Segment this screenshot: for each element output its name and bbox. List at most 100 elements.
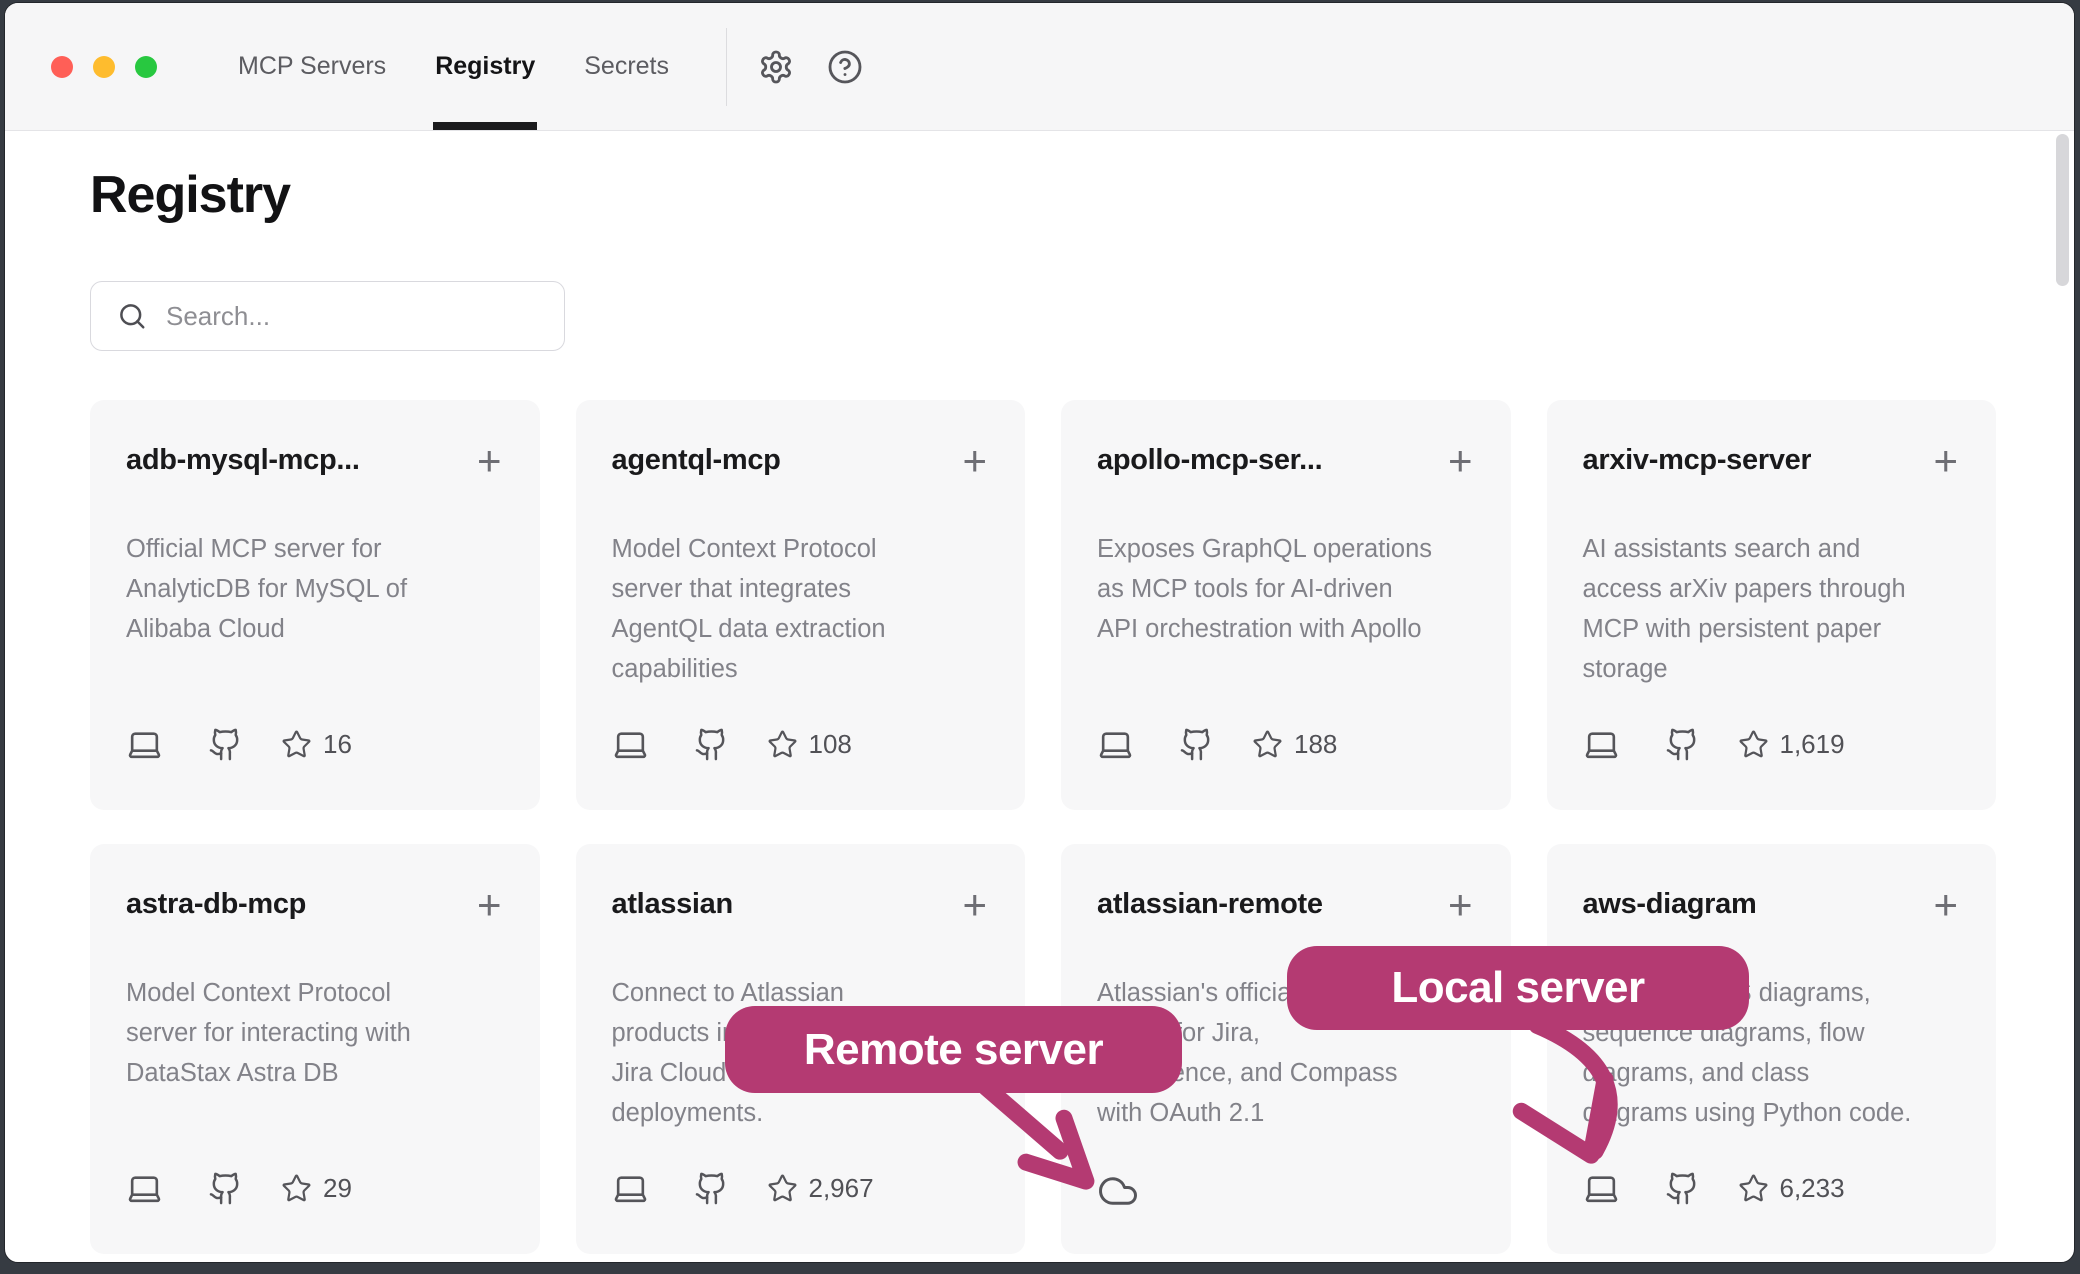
settings-button[interactable] bbox=[757, 48, 795, 86]
github-icon bbox=[694, 727, 729, 762]
card-description: AI assistants search andaccess arXiv pap… bbox=[1583, 529, 1961, 689]
add-server-button[interactable]: + bbox=[1931, 446, 1960, 476]
desc-line: AI assistants search and bbox=[1583, 529, 1961, 569]
server-card[interactable]: arxiv-mcp-server + AI assistants search … bbox=[1547, 400, 1997, 810]
card-header: astra-db-mcp + bbox=[126, 888, 504, 921]
search-icon bbox=[117, 301, 147, 331]
card-title: apollo-mcp-ser... bbox=[1097, 444, 1322, 477]
desc-line: diagrams, and class bbox=[1583, 1053, 1961, 1093]
star-count: 188 bbox=[1294, 729, 1337, 760]
star-count: 16 bbox=[323, 729, 352, 760]
add-server-button[interactable]: + bbox=[1446, 446, 1475, 476]
desc-line: Model Context Protocol bbox=[126, 973, 504, 1013]
toolbar-divider bbox=[726, 28, 727, 106]
card-header: apollo-mcp-ser... + bbox=[1097, 444, 1475, 477]
local-server-callout: Local server bbox=[1287, 946, 1749, 1030]
star-icon bbox=[1738, 729, 1769, 760]
desc-line: as MCP tools for AI-driven bbox=[1097, 569, 1475, 609]
laptop-icon bbox=[126, 726, 163, 763]
traffic-lights bbox=[51, 56, 157, 78]
laptop-icon bbox=[612, 726, 649, 763]
add-server-button[interactable]: + bbox=[475, 446, 504, 476]
star-count: 108 bbox=[809, 729, 852, 760]
zoom-window-button[interactable] bbox=[135, 56, 157, 78]
star-icon bbox=[767, 1173, 798, 1204]
main-tabs: MCP Servers Registry Secrets bbox=[238, 3, 669, 130]
card-footer-local: 1,619 bbox=[1583, 726, 1961, 763]
desc-line: with OAuth 2.1 bbox=[1097, 1093, 1475, 1133]
desc-line: DataStax Astra DB bbox=[126, 1053, 504, 1093]
laptop-icon bbox=[612, 1170, 649, 1207]
add-server-button[interactable]: + bbox=[960, 446, 989, 476]
help-button[interactable] bbox=[826, 48, 864, 86]
card-header: arxiv-mcp-server + bbox=[1583, 444, 1961, 477]
desc-line: deployments. bbox=[612, 1093, 990, 1133]
desc-line: MCP with persistent paper bbox=[1583, 609, 1961, 649]
gear-icon bbox=[758, 49, 794, 85]
title-bar: MCP Servers Registry Secrets bbox=[5, 3, 2074, 131]
desc-line: access arXiv papers through bbox=[1583, 569, 1961, 609]
laptop-icon bbox=[1583, 1170, 1620, 1207]
add-server-button[interactable]: + bbox=[1446, 890, 1475, 920]
star-count: 1,619 bbox=[1780, 729, 1845, 760]
github-icon bbox=[694, 1171, 729, 1206]
server-card[interactable]: aws-diagram + Generate AWS diagrams,sequ… bbox=[1547, 844, 1997, 1254]
card-header: agentql-mcp + bbox=[612, 444, 990, 477]
tab-label: Secrets bbox=[584, 52, 669, 81]
add-server-button[interactable]: + bbox=[475, 890, 504, 920]
card-title: adb-mysql-mcp... bbox=[126, 444, 360, 477]
desc-line: Exposes GraphQL operations bbox=[1097, 529, 1475, 569]
remote-server-callout: Remote server bbox=[725, 1006, 1182, 1093]
card-title: atlassian-remote bbox=[1097, 888, 1323, 921]
search-input[interactable] bbox=[164, 300, 564, 333]
search-box bbox=[90, 281, 565, 351]
card-footer-local: 16 bbox=[126, 726, 504, 763]
desc-line: API orchestration with Apollo bbox=[1097, 609, 1475, 649]
page-title: Registry bbox=[90, 167, 1996, 224]
card-title: aws-diagram bbox=[1583, 888, 1757, 921]
cloud-icon bbox=[1097, 1170, 1139, 1212]
card-footer-local: 6,233 bbox=[1583, 1170, 1961, 1207]
desc-line: AgentQL data extraction bbox=[612, 609, 990, 649]
card-description: Model Context Protocolserver that integr… bbox=[612, 529, 990, 689]
github-icon bbox=[208, 1171, 243, 1206]
github-icon bbox=[1665, 1171, 1700, 1206]
star-icon bbox=[767, 729, 798, 760]
github-icon bbox=[208, 727, 243, 762]
tab-secrets[interactable]: Secrets bbox=[584, 3, 669, 130]
tab-label: Registry bbox=[435, 52, 535, 81]
card-title: atlassian bbox=[612, 888, 733, 921]
star-count: 2,967 bbox=[809, 1173, 874, 1204]
card-title: agentql-mcp bbox=[612, 444, 781, 477]
tab-mcp-servers[interactable]: MCP Servers bbox=[238, 3, 386, 130]
star-count: 6,233 bbox=[1780, 1173, 1845, 1204]
star-icon bbox=[1252, 729, 1283, 760]
add-server-button[interactable]: + bbox=[1931, 890, 1960, 920]
minimize-window-button[interactable] bbox=[93, 56, 115, 78]
server-card[interactable]: agentql-mcp + Model Context Protocolserv… bbox=[576, 400, 1026, 810]
card-footer-local: 2,967 bbox=[612, 1170, 990, 1207]
server-card[interactable]: apollo-mcp-ser... + Exposes GraphQL oper… bbox=[1061, 400, 1511, 810]
card-title: astra-db-mcp bbox=[126, 888, 306, 921]
scrollbar-thumb[interactable] bbox=[2056, 134, 2069, 286]
card-title: arxiv-mcp-server bbox=[1583, 444, 1812, 477]
server-card[interactable]: astra-db-mcp + Model Context Protocolser… bbox=[90, 844, 540, 1254]
desc-line: server for interacting with bbox=[126, 1013, 504, 1053]
card-footer-remote bbox=[1097, 1170, 1475, 1212]
card-footer-local: 29 bbox=[126, 1170, 504, 1207]
star-icon bbox=[1738, 1173, 1769, 1204]
card-description: Model Context Protocolserver for interac… bbox=[126, 973, 504, 1093]
laptop-icon bbox=[1583, 726, 1620, 763]
card-footer-local: 188 bbox=[1097, 726, 1475, 763]
tab-registry[interactable]: Registry bbox=[435, 3, 535, 130]
laptop-icon bbox=[126, 1170, 163, 1207]
server-card[interactable]: adb-mysql-mcp... + Official MCP server f… bbox=[90, 400, 540, 810]
desc-line: Official MCP server for bbox=[126, 529, 504, 569]
desc-line: Alibaba Cloud bbox=[126, 609, 504, 649]
desc-line: server that integrates bbox=[612, 569, 990, 609]
star-icon bbox=[281, 1173, 312, 1204]
card-description: Exposes GraphQL operationsas MCP tools f… bbox=[1097, 529, 1475, 649]
desc-line: AnalyticDB for MySQL of bbox=[126, 569, 504, 609]
add-server-button[interactable]: + bbox=[960, 890, 989, 920]
close-window-button[interactable] bbox=[51, 56, 73, 78]
